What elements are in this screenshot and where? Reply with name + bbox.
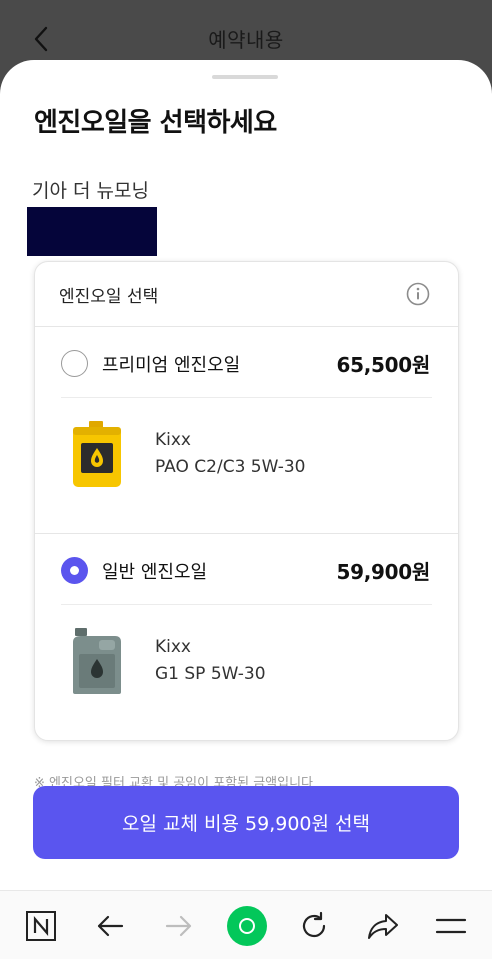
- naver-home-button[interactable]: [22, 907, 60, 945]
- option-label: 일반 엔진오일: [102, 562, 208, 583]
- sheet-title: 엔진오일을 선택하세요: [34, 108, 277, 138]
- info-icon[interactable]: [406, 282, 430, 306]
- card-header: 엔진오일 선택: [35, 262, 458, 327]
- oil-selection-card: 엔진오일 선택 프리미엄 엔진오일 65,500원 Kixx PAO C2/C3…: [34, 261, 459, 741]
- divider: [61, 397, 432, 398]
- page-title: 예약내용: [208, 28, 284, 52]
- product-brand: Kixx: [155, 637, 191, 657]
- product-spec: PAO C2/C3 5W-30: [155, 457, 306, 477]
- radio-standard[interactable]: [61, 557, 88, 584]
- option-price: 65,500원: [336, 353, 431, 377]
- refresh-button[interactable]: [295, 907, 333, 945]
- drag-handle[interactable]: [212, 75, 278, 79]
- product-brand: Kixx: [155, 430, 191, 450]
- option-label: 프리미엄 엔진오일: [102, 355, 241, 376]
- share-button[interactable]: [364, 907, 402, 945]
- browser-back-button[interactable]: [91, 907, 129, 945]
- radio-premium[interactable]: [61, 350, 88, 377]
- share-icon: [368, 914, 398, 939]
- oil-option-standard[interactable]: 일반 엔진오일 59,900원 Kixx G1 SP 5W-30: [35, 534, 458, 741]
- yellow-oil-can-icon: [73, 421, 121, 487]
- naver-n-icon: [26, 911, 56, 941]
- oil-option-premium[interactable]: 프리미엄 엔진오일 65,500원 Kixx PAO C2/C3 5W-30: [35, 327, 458, 534]
- arrow-left-icon: [97, 915, 124, 937]
- option-price: 59,900원: [336, 560, 431, 584]
- arrow-right-icon: [165, 915, 192, 937]
- browser-forward-button[interactable]: [160, 907, 198, 945]
- refresh-icon: [302, 911, 326, 938]
- green-home-icon: [227, 906, 267, 946]
- select-oil-change-button[interactable]: 오일 교체 비용 59,900원 선택: [33, 786, 459, 859]
- menu-icon: [435, 918, 467, 934]
- green-home-button[interactable]: [226, 905, 268, 947]
- bottom-sheet: 엔진오일을 선택하세요 기아 더 뉴모닝 엔진오일 선택 프리미엄 엔진오일 6…: [0, 60, 492, 890]
- product-spec: G1 SP 5W-30: [155, 664, 266, 684]
- redacted-block: [27, 207, 157, 256]
- car-name: 기아 더 뉴모닝: [32, 180, 149, 202]
- card-title: 엔진오일 선택: [59, 287, 159, 307]
- gray-oil-can-icon: [73, 628, 121, 694]
- browser-toolbar: [0, 890, 492, 959]
- menu-button[interactable]: [432, 907, 470, 945]
- option-row[interactable]: 일반 엔진오일 59,900원: [35, 534, 458, 604]
- option-row[interactable]: 프리미엄 엔진오일 65,500원: [35, 327, 458, 397]
- divider: [61, 604, 432, 605]
